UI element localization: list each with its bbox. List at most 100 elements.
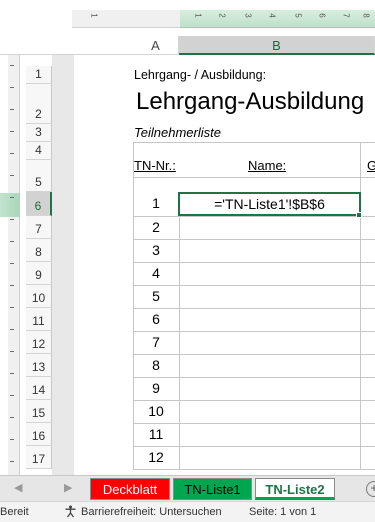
cell-b5-name-header[interactable]: Name:: [248, 158, 286, 173]
tn-number-cell[interactable]: 2: [133, 219, 179, 235]
tn-number-cell[interactable]: 10: [133, 403, 179, 419]
ruler-tick: [10, 395, 14, 396]
ruler-tick: [10, 461, 14, 462]
row-header-8[interactable]: 8: [26, 239, 52, 262]
ruler-number: 4: [267, 13, 277, 18]
column-header-b[interactable]: B: [179, 36, 375, 55]
grid-row-line: [133, 308, 375, 309]
ruler-tick: [10, 351, 14, 352]
row-header-17[interactable]: 17: [26, 446, 52, 469]
ruler-tick: [10, 219, 14, 220]
cell-b2-title[interactable]: Lehrgang-Ausbildung: [136, 88, 364, 116]
tab-scroll-right-icon[interactable]: ▶: [64, 481, 72, 494]
grid-row-line: [133, 216, 375, 217]
ruler-tick: [10, 65, 14, 66]
page-gutter: [52, 55, 74, 475]
row-header-16[interactable]: 16: [26, 423, 52, 446]
ruler-tick: [10, 417, 14, 418]
sheet-tab-tn-liste2[interactable]: TN-Liste2: [255, 478, 335, 500]
ruler-number: 1: [193, 13, 203, 18]
grid-row-line: [133, 239, 375, 240]
vertical-ruler: [0, 55, 26, 475]
grid-row-line: [133, 331, 375, 332]
row-header-6[interactable]: 6: [26, 192, 52, 216]
grid-row-line: [133, 177, 375, 178]
ruler-tick: [10, 439, 14, 440]
row-header-2[interactable]: 2: [26, 84, 52, 124]
status-ready: Bereit: [0, 506, 29, 518]
ruler-number: 5: [293, 13, 303, 18]
grid-row-line: [133, 446, 375, 447]
ruler-tick: [10, 109, 14, 110]
tn-number-cell[interactable]: 4: [133, 265, 179, 281]
grid-row-line: [133, 262, 375, 263]
row-header-7[interactable]: 7: [26, 216, 52, 239]
grid-row-line: [133, 354, 375, 355]
tn-number-cell[interactable]: 5: [133, 288, 179, 304]
sheet-tab-tn-liste1[interactable]: TN-Liste1: [173, 478, 252, 500]
ruler-number: 2: [217, 13, 227, 18]
row-header-15[interactable]: 15: [26, 400, 52, 423]
ruler-tick: [10, 153, 14, 154]
row-header-13[interactable]: 13: [26, 354, 52, 377]
tn-number-cell[interactable]: 9: [133, 380, 179, 396]
row-header-5[interactable]: 5: [26, 160, 52, 192]
sheet-tab-deckblatt[interactable]: Deckblatt: [90, 478, 170, 500]
vertical-ruler-margin: [8, 55, 20, 475]
grid-row-line: [133, 400, 375, 401]
add-sheet-button[interactable]: +: [366, 481, 375, 497]
grid-row-line: [133, 469, 375, 470]
ruler-number: 6: [317, 13, 327, 18]
grid-row-line: [133, 285, 375, 286]
grid-column-line: [133, 142, 134, 469]
column-header-a[interactable]: A: [133, 36, 179, 55]
row-header-9[interactable]: 9: [26, 262, 52, 285]
ruler-tick: [10, 87, 14, 88]
cell-b3-subtitle[interactable]: Teilnehmerliste: [134, 125, 221, 140]
row-header-11[interactable]: 11: [26, 308, 52, 331]
accessibility-icon: [65, 505, 76, 518]
tn-number-cell[interactable]: 8: [133, 357, 179, 373]
grid-row-line: [133, 377, 375, 378]
ruler-tick: [10, 329, 14, 330]
grid-row-line: [133, 142, 375, 143]
fill-handle[interactable]: [356, 212, 362, 218]
ruler-tick: [10, 263, 14, 264]
cell-b1-label[interactable]: Lehrgang- / Ausbildung:: [134, 68, 266, 82]
horizontal-ruler: 1 1 2 3 4 5 6 7 8: [0, 0, 375, 32]
row-header-1[interactable]: 1: [26, 66, 52, 84]
ruler-tick: [10, 307, 14, 308]
ruler-tick: [10, 197, 14, 198]
grid-row-line: [133, 423, 375, 424]
accessibility-check-button[interactable]: Barrierefreiheit: Untersuchen: [64, 505, 222, 518]
row-header-4[interactable]: 4: [26, 142, 52, 160]
ruler-tick: [10, 285, 14, 286]
ruler-number: 1: [89, 13, 99, 18]
status-bar: Bereit Barrierefreiheit: Untersuchen Sei…: [0, 501, 375, 522]
tn-number-cell[interactable]: 7: [133, 334, 179, 350]
row-header-3[interactable]: 3: [26, 124, 52, 142]
ruler-number: 7: [341, 13, 351, 18]
selected-cell-b6[interactable]: ='TN-Liste1'!$B$6: [178, 192, 361, 216]
worksheet-grid[interactable]: [74, 55, 375, 475]
tn-number-cell[interactable]: 3: [133, 242, 179, 258]
sheet-tab-bar: ◀ ▶ Deckblatt TN-Liste1 TN-Liste2 +: [0, 475, 375, 501]
row-header-12[interactable]: 12: [26, 331, 52, 354]
tn-number-cell[interactable]: 11: [133, 426, 179, 442]
ruler-tick: [10, 131, 14, 132]
tab-scroll-left-icon[interactable]: ◀: [14, 481, 22, 494]
ruler-number: 3: [243, 13, 253, 18]
tn-number-cell[interactable]: 12: [133, 449, 179, 465]
ruler-tick: [10, 241, 14, 242]
tn-number-cell[interactable]: 6: [133, 311, 179, 327]
cell-a5-tn-header[interactable]: TN-Nr.:: [134, 158, 176, 173]
column-header-bar: A B: [0, 36, 375, 55]
ruler-tick: [10, 373, 14, 374]
row-header-10[interactable]: 10: [26, 285, 52, 308]
ruler-tick: [10, 175, 14, 176]
accessibility-label: Barrierefreiheit: Untersuchen: [81, 505, 222, 518]
cell-c5-header[interactable]: G: [367, 158, 375, 173]
ruler-margin-area: [72, 10, 180, 28]
row-header-14[interactable]: 14: [26, 377, 52, 400]
tn-number-cell[interactable]: 1: [133, 195, 179, 211]
